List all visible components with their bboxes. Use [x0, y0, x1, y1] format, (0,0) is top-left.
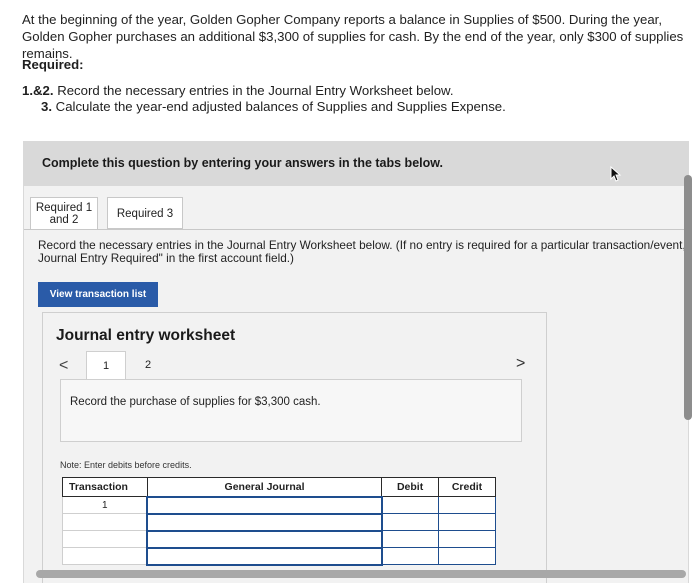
tab-content: Record the necessary entries in the Jour… — [24, 230, 688, 583]
instruction-text: Record the necessary entries in the Jour… — [38, 239, 690, 265]
problem-intro: At the beginning of the year, Golden Gop… — [22, 12, 684, 61]
view-transaction-list-button[interactable]: View transaction list — [38, 282, 158, 307]
debit-input[interactable] — [381, 513, 440, 531]
debit-input[interactable] — [381, 547, 440, 565]
account-select[interactable] — [146, 529, 383, 549]
chevron-right-icon[interactable]: > — [516, 355, 525, 373]
table-header-row: Transaction General Journal Debit Credit — [62, 477, 496, 497]
record-prompt-box: Record the purchase of supplies for $3,3… — [60, 379, 522, 442]
table-row: 1 — [62, 495, 496, 515]
transaction-cell — [62, 547, 149, 565]
worksheet-title: Journal entry worksheet — [56, 327, 236, 344]
requirement-number: 3. — [41, 99, 52, 114]
tab-label-line2: and 2 — [49, 214, 79, 226]
column-header-transaction: Transaction — [62, 477, 148, 497]
tab-required-1-and-2[interactable]: Required 1 and 2 — [30, 197, 98, 230]
note-text: Note: Enter debits before credits. — [60, 460, 192, 470]
transaction-cell: 1 — [62, 496, 149, 514]
requirement-3: 3. Calculate the year-end adjusted balan… — [41, 99, 506, 114]
tab-label-line1: Required 1 — [35, 202, 93, 214]
journal-entry-worksheet: Journal entry worksheet < 1 2 > Record t… — [42, 312, 547, 583]
chevron-left-icon[interactable]: < — [59, 357, 68, 375]
required-heading: Required: — [22, 57, 84, 72]
transaction-cell — [62, 530, 149, 548]
account-select[interactable] — [146, 546, 383, 566]
requirement-text: Record the necessary entries in the Jour… — [53, 83, 454, 98]
account-select[interactable] — [146, 512, 383, 532]
question-panel: Complete this question by entering your … — [23, 141, 689, 583]
instruction-line2: Journal Entry Required" in the first acc… — [38, 251, 294, 265]
requirement-number: 1.&2. — [22, 83, 54, 98]
panel-header: Complete this question by entering your … — [24, 142, 688, 186]
column-header-debit: Debit — [381, 477, 440, 497]
credit-input[interactable] — [438, 547, 496, 565]
credit-input[interactable] — [438, 513, 496, 531]
debit-input[interactable] — [381, 496, 440, 514]
debit-input[interactable] — [381, 530, 440, 548]
journal-table: Transaction General Journal Debit Credit… — [62, 477, 496, 566]
tab-required-3[interactable]: Required 3 — [107, 197, 183, 229]
credit-input[interactable] — [438, 496, 496, 514]
record-prompt-text: Record the purchase of supplies for $3,3… — [70, 396, 321, 408]
account-select[interactable] — [146, 495, 383, 515]
transaction-cell — [62, 513, 149, 531]
page-button-2[interactable]: 2 — [138, 351, 158, 379]
table-row — [62, 529, 496, 549]
cursor-arrow-icon — [610, 166, 622, 182]
credit-input[interactable] — [438, 530, 496, 548]
table-row — [62, 512, 496, 532]
vertical-scrollbar[interactable] — [684, 175, 692, 420]
horizontal-scrollbar[interactable] — [36, 570, 686, 578]
requirement-1-2: 1.&2. Record the necessary entries in th… — [22, 83, 454, 98]
column-header-general-journal: General Journal — [146, 477, 383, 497]
page-button-1[interactable]: 1 — [86, 351, 126, 379]
requirement-text: Calculate the year-end adjusted balances… — [52, 99, 506, 114]
table-row — [62, 546, 496, 566]
column-header-credit: Credit — [438, 477, 496, 497]
panel-title: Complete this question by entering your … — [42, 156, 443, 170]
